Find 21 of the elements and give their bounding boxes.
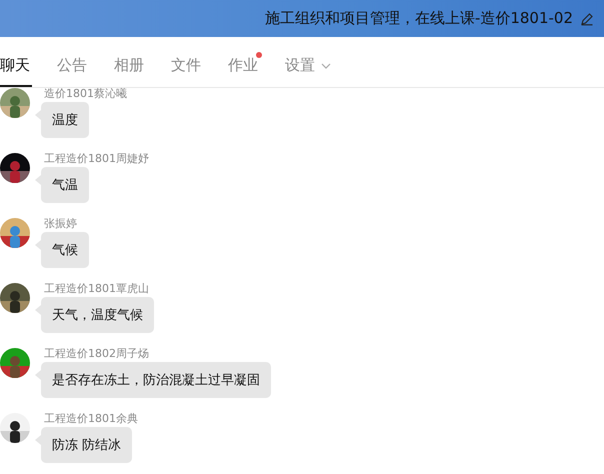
message-bubble: 是否存在冻土，防治混凝土过早凝固: [41, 362, 271, 398]
tab[interactable]: 公告: [55, 56, 89, 87]
tab[interactable]: 聊天: [0, 56, 32, 87]
message-bubble: 温度: [41, 102, 89, 138]
sender-name: 造价1801蔡沁曦: [44, 88, 127, 101]
sender-name: 工程造价1802周子炀: [44, 346, 149, 361]
sender-name: 工程造价1801周婕妤: [44, 151, 149, 166]
sender-name: 工程造价1801余典: [44, 411, 138, 426]
message-bubble: 天气，温度气候: [41, 297, 154, 333]
message-bubble: 防冻 防结冰: [41, 427, 132, 463]
message-bubble: 气候: [41, 232, 89, 268]
sender-name: 张振婷: [44, 216, 77, 231]
message-bubble: 气温: [41, 167, 89, 203]
tab[interactable]: 作业: [226, 56, 260, 87]
pencil-icon[interactable]: [580, 12, 594, 26]
chevron-down-icon[interactable]: [321, 62, 331, 68]
group-title: 施工组织和项目管理，在线上课-造价1801-02: [264, 9, 573, 28]
tab[interactable]: 文件: [169, 56, 203, 87]
tab[interactable]: 设置: [283, 56, 333, 87]
tab[interactable]: 相册: [112, 56, 146, 87]
sender-name: 工程造价1801覃虎山: [44, 281, 149, 296]
